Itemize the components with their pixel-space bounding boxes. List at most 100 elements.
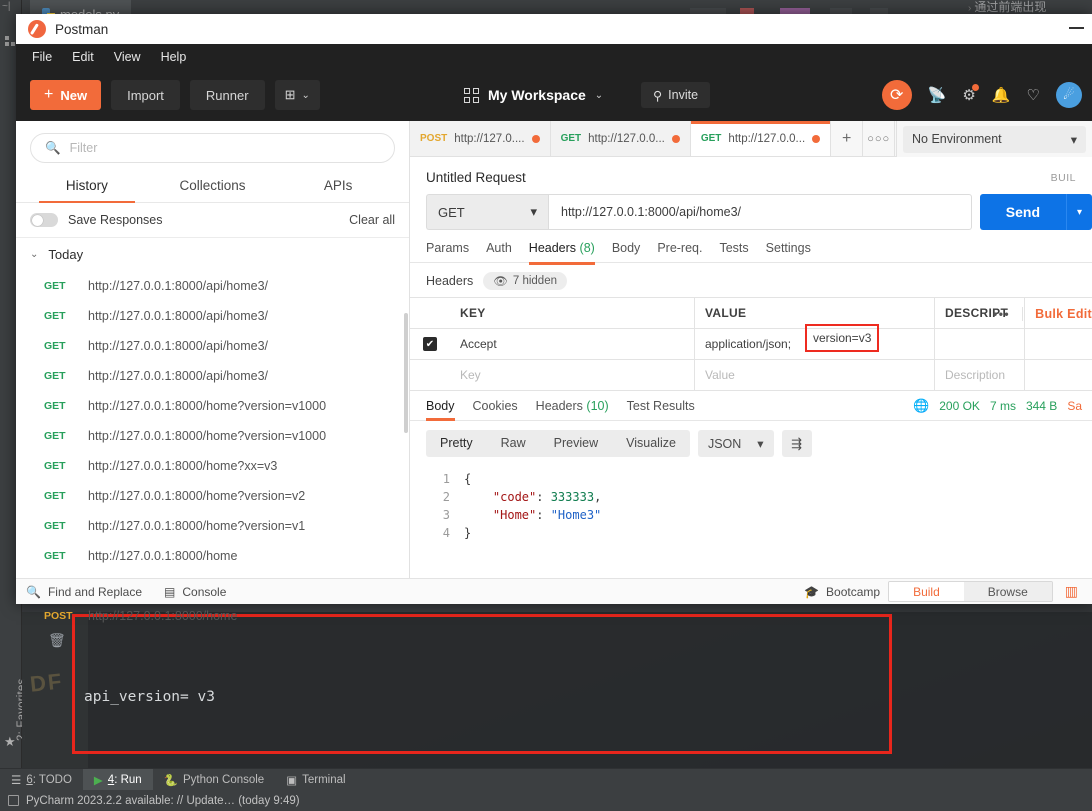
list-item[interactable]: GET http://127.0.0.1:8000/api/home3/ xyxy=(16,331,409,361)
tab-apis-label: APIs xyxy=(323,178,353,193)
view-mode-visualize[interactable]: Visualize xyxy=(612,430,690,457)
minimize-button[interactable] xyxy=(1069,27,1084,29)
format-select[interactable]: JSON ▾ xyxy=(697,430,774,457)
table-row-placeholder[interactable]: Key Value Description xyxy=(410,360,1092,391)
tab-collections[interactable]: Collections xyxy=(150,169,276,202)
table-options-button[interactable]: ••• xyxy=(981,307,1022,321)
list-item[interactable]: GET http://127.0.0.1:8000/home?version=v2 xyxy=(16,481,409,511)
status-badge: 200 OK xyxy=(939,399,980,413)
new-tab-button[interactable]: + xyxy=(831,121,864,156)
clear-all-button[interactable]: Clear all xyxy=(349,213,395,227)
satellite-icon[interactable]: 📡 xyxy=(928,86,947,104)
sidebar-scrollbar[interactable] xyxy=(404,313,408,433)
table-row[interactable]: ✔ Accept application/json; version=v3 xyxy=(410,324,1092,360)
send-options-button[interactable]: ▾ xyxy=(1066,194,1092,230)
tab-tests[interactable]: Tests xyxy=(719,241,748,264)
response-body-code[interactable]: 1 { 2 "code": 333333, 3 "Home": "Home3" … xyxy=(410,466,1092,546)
wrap-lines-button[interactable]: ⇶ xyxy=(781,430,812,457)
tab-settings[interactable]: Settings xyxy=(766,241,811,264)
new-button[interactable]: + New xyxy=(30,80,102,110)
bootcamp-button[interactable]: 🎓 Bootcamp xyxy=(804,585,880,599)
hidden-headers-pill[interactable]: 👁 7 hidden xyxy=(483,272,567,290)
row-checkbox[interactable]: ✔ xyxy=(423,337,437,351)
sync-icon[interactable]: ⟳ xyxy=(881,80,912,110)
browse-tab[interactable]: Browse xyxy=(963,582,1052,601)
list-item[interactable]: POST http://127.0.0.1:8000/home xyxy=(16,601,409,631)
tab-collections-label: Collections xyxy=(179,178,246,193)
heart-icon[interactable]: ♡ xyxy=(1027,86,1040,104)
request-tab-3[interactable]: GET http://127.0.0... xyxy=(690,121,832,156)
menu-edit[interactable]: Edit xyxy=(72,50,94,64)
favorites-star-icon[interactable]: ★ xyxy=(4,734,16,750)
search-input[interactable]: 🔍 Filter xyxy=(30,133,395,163)
runner-button[interactable]: Runner xyxy=(189,80,265,110)
tab-response-headers[interactable]: Headers (10) xyxy=(536,391,609,421)
new-tab-dropdown-button[interactable]: ⊞ ⌄ xyxy=(274,80,320,110)
placeholder-key-cell[interactable]: Key xyxy=(450,360,695,390)
tab-apis[interactable]: APIs xyxy=(275,169,401,202)
import-button[interactable]: Import xyxy=(111,80,180,110)
two-pane-layout-icon[interactable]: ▥ xyxy=(1061,583,1082,600)
placeholder-description-cell[interactable]: Description xyxy=(935,360,1025,390)
url-input[interactable]: http://127.0.0.1:8000/api/home3/ xyxy=(548,194,972,230)
tab-auth[interactable]: Auth xyxy=(486,241,512,264)
row-key-cell[interactable]: Accept xyxy=(450,329,695,359)
console-button[interactable]: ▤ Console xyxy=(164,585,226,599)
tab-headers-count: (8) xyxy=(579,240,595,255)
toolwindow-terminal[interactable]: ▣ Terminal xyxy=(275,769,356,791)
placeholder-checkbox[interactable] xyxy=(423,368,437,382)
tab-params[interactable]: Params xyxy=(426,241,469,264)
list-item[interactable]: GET http://127.0.0.1:8000/home?version=v1… xyxy=(16,391,409,421)
view-mode-preview[interactable]: Preview xyxy=(540,430,612,457)
tab-body[interactable]: Body xyxy=(612,241,641,264)
save-responses-toggle[interactable] xyxy=(30,213,58,227)
list-item[interactable]: GET http://127.0.0.1:8000/api/home3/ xyxy=(16,361,409,391)
bell-icon[interactable]: 🔔 xyxy=(992,86,1011,104)
send-button[interactable]: Send xyxy=(979,194,1066,230)
list-item[interactable]: GET http://127.0.0.1:8000/api/home3/ xyxy=(16,271,409,301)
row-value-cell[interactable]: application/json; version=v3 xyxy=(695,324,935,359)
menu-file[interactable]: File xyxy=(32,50,52,64)
list-item[interactable]: GET http://127.0.0.1:8000/home?xx=v3 xyxy=(16,451,409,481)
environment-selector[interactable]: No Environment ▾ xyxy=(903,125,1086,153)
tab-response-body[interactable]: Body xyxy=(426,391,455,421)
history-group-today[interactable]: ⌄ Today xyxy=(16,238,409,271)
gear-icon[interactable]: ⚙ xyxy=(962,84,979,104)
row-description-cell[interactable] xyxy=(935,329,1025,359)
build-tab[interactable]: Build xyxy=(889,582,964,601)
menu-help[interactable]: Help xyxy=(161,50,187,64)
pycharm-toolwindow-bar: ☰ 6: TODO ▶ 4: Run 🐍 Python Console ▣ Te… xyxy=(0,768,1092,791)
method-label: POST xyxy=(420,133,448,144)
send-label: Send xyxy=(1005,204,1040,220)
tab-headers[interactable]: Headers (8) xyxy=(528,240,595,265)
avatar[interactable]: ☄ xyxy=(1056,82,1082,108)
save-response-button[interactable]: Sa xyxy=(1067,399,1082,413)
bulk-edit-button[interactable]: Bulk Edit xyxy=(1022,306,1092,321)
headers-section-bar: Headers 👁 7 hidden xyxy=(410,263,1092,297)
wrap-lines-icon: ⇶ xyxy=(791,435,803,451)
toolwindow-python-console[interactable]: 🐍 Python Console xyxy=(153,769,276,791)
tab-test-results[interactable]: Test Results xyxy=(627,391,695,421)
toolwindow-run[interactable]: ▶ 4: Run xyxy=(82,768,153,791)
find-and-replace-button[interactable]: 🔍 Find and Replace xyxy=(26,585,142,599)
tab-history[interactable]: History xyxy=(24,169,150,203)
clear-console-icon[interactable]: 🗑 xyxy=(48,632,66,649)
tab-prereq[interactable]: Pre-req. xyxy=(657,241,702,264)
view-mode-raw[interactable]: Raw xyxy=(487,430,540,457)
toolwindow-todo[interactable]: ☰ 6: TODO xyxy=(0,769,83,791)
list-item[interactable]: GET http://127.0.0.1:8000/home xyxy=(16,541,409,571)
placeholder-value-cell[interactable]: Value xyxy=(695,360,935,390)
list-item[interactable]: GET http://127.0.0.1:8000/api/home3/ xyxy=(16,301,409,331)
request-tab-1[interactable]: POST http://127.0.... xyxy=(410,121,551,156)
list-item[interactable]: GET http://127.0.0.1:8000/home?version=v1 xyxy=(16,511,409,541)
invite-button[interactable]: ⚲ Invite xyxy=(641,82,711,108)
list-item[interactable]: GET http://127.0.0.1:8000/home?version=v1… xyxy=(16,421,409,451)
tab-cookies[interactable]: Cookies xyxy=(473,391,518,421)
method-select[interactable]: GET ▾ xyxy=(426,194,548,230)
workspace-selector[interactable]: My Workspace ⌄ xyxy=(464,80,603,110)
view-mode-pretty[interactable]: Pretty xyxy=(426,430,487,457)
tab-options-button[interactable]: ○○○ xyxy=(863,121,896,156)
notification-icon[interactable] xyxy=(8,795,19,806)
request-tab-2[interactable]: GET http://127.0.0... xyxy=(550,121,691,156)
menu-view[interactable]: View xyxy=(114,50,141,64)
